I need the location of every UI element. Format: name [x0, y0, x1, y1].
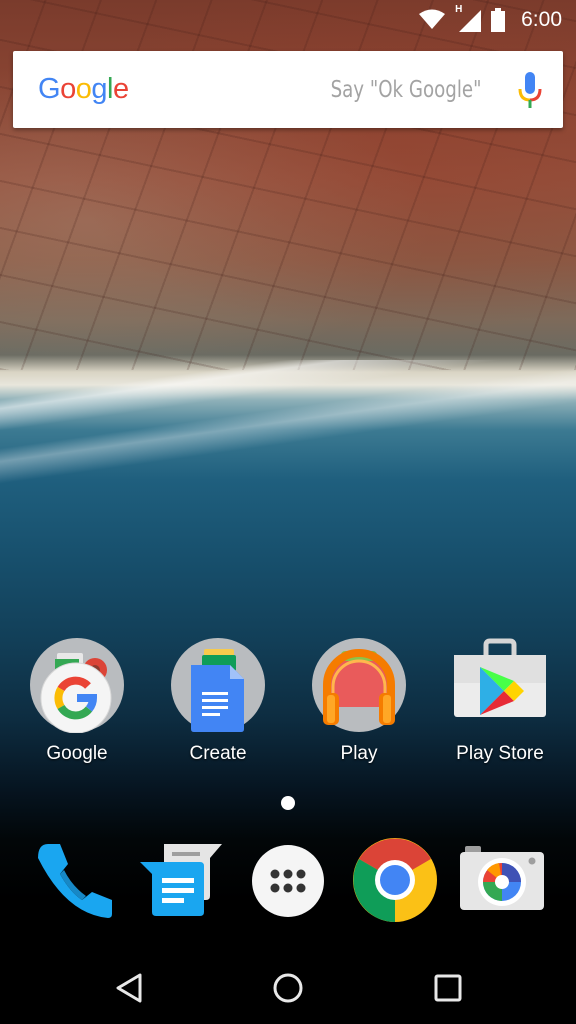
logo-letter: o [75, 73, 92, 105]
google-logo: Google [38, 73, 129, 106]
play-folder-icon [312, 638, 406, 732]
wallpaper [0, 0, 576, 960]
app-drawer-icon [252, 845, 324, 917]
dock-camera[interactable] [457, 836, 547, 926]
logo-letter: G [38, 73, 61, 105]
cellular-signal-icon [459, 10, 482, 32]
app-play-store[interactable]: Play Store [440, 637, 560, 765]
dock-messenger[interactable] [128, 836, 222, 926]
app-label: Play [340, 743, 378, 764]
chrome-icon [353, 838, 437, 922]
cellular-signal: H [455, 4, 482, 32]
logo-letter: g [91, 73, 107, 105]
app-label: Play Store [456, 743, 544, 764]
back-icon[interactable] [110, 968, 150, 1008]
page-indicator-dot [281, 796, 295, 810]
google-folder-icon [30, 638, 124, 734]
logo-letter: o [60, 73, 76, 105]
navigation-bar [0, 950, 576, 1024]
wifi-icon [419, 9, 446, 29]
google-search-bar[interactable]: Google Say "Ok Google" [13, 51, 563, 128]
mic-icon[interactable] [517, 71, 543, 108]
app-label: Create [189, 743, 247, 764]
logo-letter: e [112, 73, 129, 105]
clock: 6:00 [521, 8, 562, 31]
app-google-folder[interactable]: Google [17, 637, 137, 765]
dock-phone[interactable] [30, 836, 120, 926]
phone-icon [38, 844, 112, 918]
recents-icon[interactable] [428, 968, 468, 1008]
create-folder-icon [171, 638, 265, 732]
app-label: Google [46, 743, 108, 764]
home-icon[interactable] [268, 968, 308, 1008]
dock-chrome[interactable] [349, 834, 439, 924]
app-play-folder[interactable]: Play [299, 637, 419, 765]
camera-icon [460, 846, 544, 910]
battery-icon [491, 8, 506, 32]
dock-app-drawer[interactable] [243, 836, 333, 926]
voice-search-hint: Say "Ok Google" [330, 76, 481, 103]
play-store-icon [454, 638, 546, 717]
status-bar: H 6:00 [0, 0, 576, 40]
app-create-folder[interactable]: Create [158, 637, 278, 765]
messenger-icon [140, 844, 222, 916]
